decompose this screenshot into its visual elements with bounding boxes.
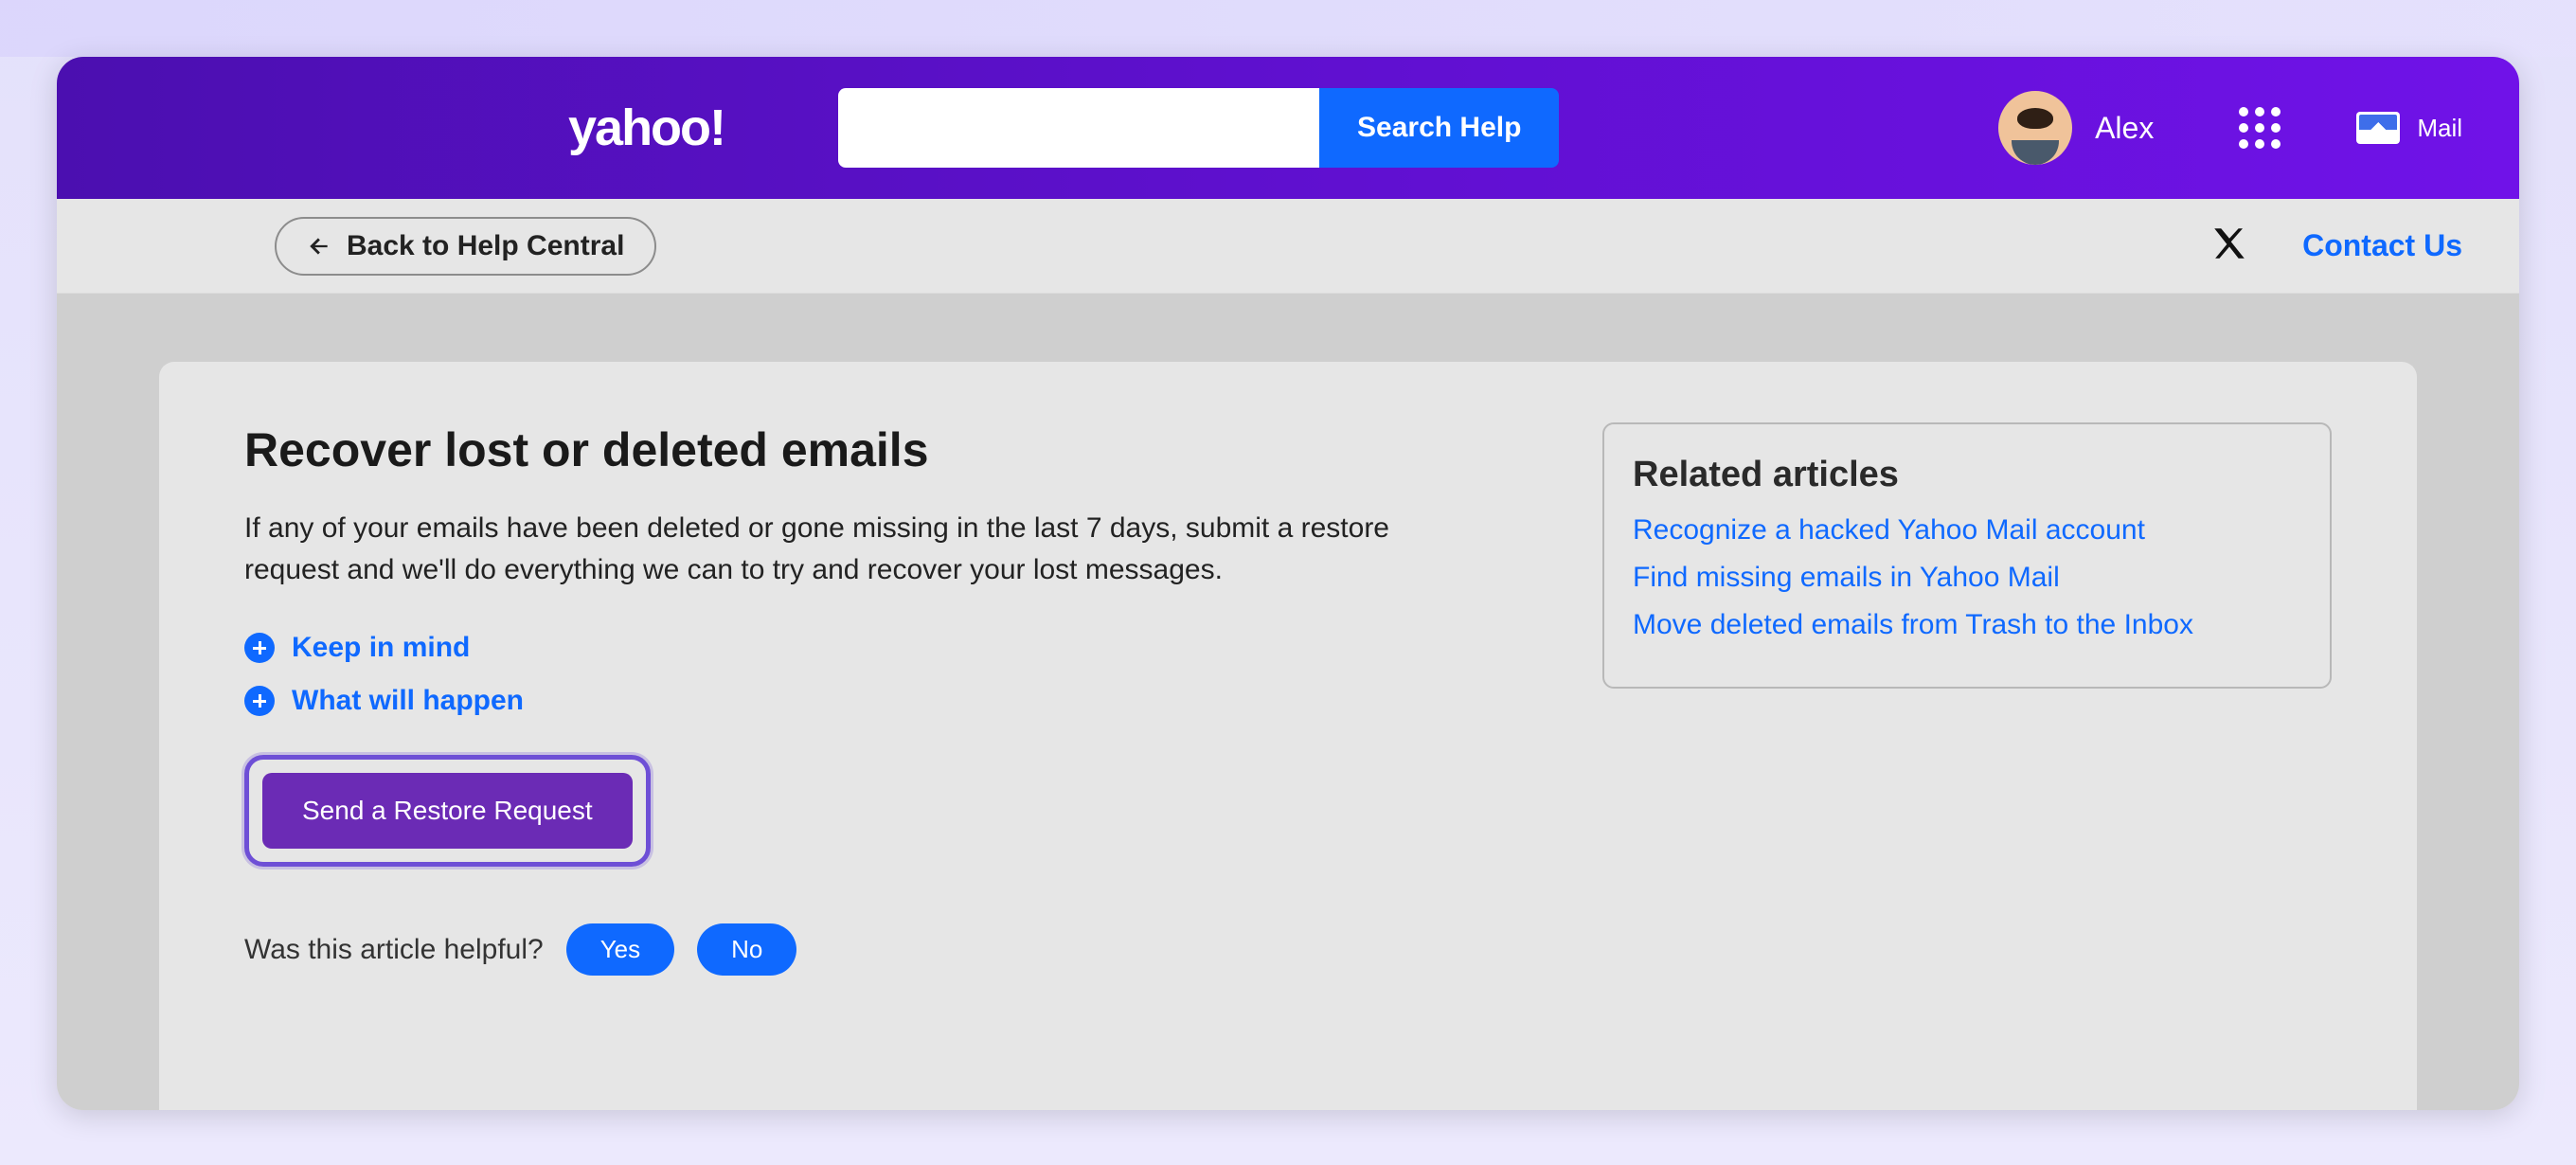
- x-social-icon[interactable]: [2209, 224, 2249, 268]
- related-link[interactable]: Find missing emails in Yahoo Mail: [1633, 562, 2301, 594]
- back-label: Back to Help Central: [347, 230, 624, 262]
- related-articles-box: Related articles Recognize a hacked Yaho…: [1602, 422, 2332, 689]
- article-intro: If any of your emails have been deleted …: [244, 508, 1460, 590]
- feedback-row: Was this article helpful? Yes No: [244, 923, 1460, 976]
- mail-link[interactable]: Mail: [2356, 112, 2462, 144]
- search-input[interactable]: [838, 88, 1319, 168]
- feedback-no-button[interactable]: No: [697, 923, 796, 976]
- sub-bar: Back to Help Central Contact Us: [57, 199, 2519, 294]
- yahoo-logo[interactable]: yahoo!: [568, 99, 724, 157]
- plus-circle-icon: [244, 633, 275, 663]
- search-wrap: Search Help: [838, 88, 1559, 168]
- back-to-help-button[interactable]: Back to Help Central: [275, 217, 656, 276]
- avatar[interactable]: [1998, 91, 2072, 165]
- mail-icon: [2356, 112, 2400, 144]
- related-link[interactable]: Recognize a hacked Yahoo Mail account: [1633, 514, 2301, 547]
- related-sidebar: Related articles Recognize a hacked Yaho…: [1602, 422, 2332, 1034]
- send-restore-request-button[interactable]: Send a Restore Request: [262, 773, 633, 849]
- user-area[interactable]: Alex: [1998, 91, 2154, 165]
- article-card: Recover lost or deleted emails If any of…: [159, 362, 2417, 1110]
- app-window: yahoo! Search Help Alex Mail Back to Hel…: [57, 57, 2519, 1110]
- related-link[interactable]: Move deleted emails from Trash to the In…: [1633, 609, 2301, 641]
- header-bar: yahoo! Search Help Alex Mail: [57, 57, 2519, 199]
- feedback-question: Was this article helpful?: [244, 934, 544, 966]
- accordion-label: What will happen: [292, 685, 524, 717]
- arrow-left-icon: [307, 234, 331, 259]
- contact-us-link[interactable]: Contact Us: [2302, 228, 2462, 263]
- content-area: Recover lost or deleted emails If any of…: [57, 294, 2519, 1110]
- logo-text: yahoo!: [568, 99, 724, 157]
- article-main: Recover lost or deleted emails If any of…: [244, 422, 1460, 1034]
- feedback-yes-button[interactable]: Yes: [566, 923, 674, 976]
- article-title: Recover lost or deleted emails: [244, 422, 1460, 477]
- related-heading: Related articles: [1633, 455, 2301, 495]
- search-help-button[interactable]: Search Help: [1319, 88, 1559, 168]
- cta-highlight-ring: Send a Restore Request: [244, 755, 651, 867]
- accordion-keep-in-mind[interactable]: Keep in mind: [244, 632, 1460, 664]
- plus-circle-icon: [244, 686, 275, 716]
- user-name: Alex: [2095, 111, 2154, 146]
- accordion-label: Keep in mind: [292, 632, 470, 664]
- apps-grid-icon[interactable]: [2239, 107, 2281, 149]
- mail-label: Mail: [2417, 114, 2462, 143]
- accordion-what-will-happen[interactable]: What will happen: [244, 685, 1460, 717]
